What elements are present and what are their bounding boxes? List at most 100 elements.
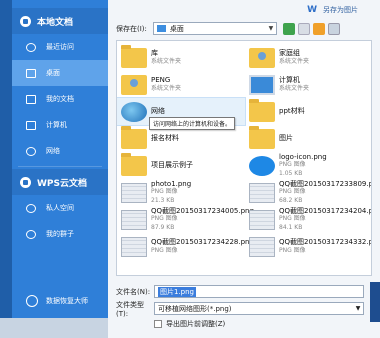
checkbox-box[interactable] <box>154 320 162 328</box>
file-item[interactable]: logo-icon.png PNG 图像 1.05 KB <box>245 152 371 179</box>
cloud-icon <box>20 176 31 188</box>
sidebar-item-recent[interactable]: 最近访问 <box>12 34 108 60</box>
file-item[interactable]: QQ截图20150317234005.png PNG 图像 87.9 KB <box>117 206 254 233</box>
file-type: PNG 图像 <box>151 215 178 223</box>
new-folder-icon[interactable] <box>312 22 325 35</box>
save-in-row: 保存在(I): 桌面 ▼ <box>116 22 343 35</box>
file-name: 项目展示例子 <box>151 161 193 170</box>
file-info: logo-icon.png PNG 图像 1.05 KB <box>279 153 327 179</box>
sidebar-item-my-documents[interactable]: 我的文档 <box>12 86 108 112</box>
file-name: 家庭组 <box>279 49 300 57</box>
file-item[interactable]: 图片 <box>245 125 371 152</box>
chevron-down-icon: ▼ <box>268 25 274 32</box>
file-name: logo-icon.png <box>279 152 327 161</box>
folder-icon <box>249 98 275 122</box>
desktop-icon <box>156 25 166 32</box>
dialog-topbar: W 另存为图片 <box>108 0 380 20</box>
file-name: QQ截图20150317234228.png <box>151 238 254 246</box>
recovery-icon <box>26 295 38 307</box>
file-name: 报名材料 <box>151 134 179 143</box>
network-icon <box>26 146 36 156</box>
local-docs-icon <box>20 15 31 27</box>
image-icon <box>249 236 275 257</box>
file-item[interactable]: ppt材料 <box>245 98 371 125</box>
file-item[interactable]: 家庭组 系统文件夹 <box>245 44 371 71</box>
image-icon <box>249 182 275 203</box>
file-item[interactable]: 计算机 系统文件夹 <box>245 71 371 98</box>
file-name: 库 <box>151 49 158 57</box>
up-folder-icon[interactable] <box>297 22 310 35</box>
network-icon <box>121 101 147 122</box>
filetype-label: 文件类型(T): <box>116 300 144 318</box>
file-size: 21.3 KB <box>151 196 175 204</box>
nav-toolbar <box>282 22 343 35</box>
filename-field[interactable]: 图片1.png <box>154 285 364 298</box>
file-name: 计算机 <box>279 76 300 84</box>
cloud-docs-header[interactable]: WPS云文档 <box>12 169 108 195</box>
file-item[interactable]: QQ截图20150317234204.png PNG 图像 84.1 KB <box>245 206 371 233</box>
file-type: 系统文件夹 <box>151 57 182 65</box>
image-icon <box>249 209 275 230</box>
group-icon <box>26 229 36 239</box>
window-edge <box>0 0 12 338</box>
desktop-icon <box>26 68 36 78</box>
sidebar-item-label: 私人空间 <box>46 204 74 212</box>
sidebar-item-network[interactable]: 网络 <box>12 138 108 164</box>
export-adjust-checkbox[interactable]: 导出图片前调整(Z) <box>154 318 372 330</box>
file-item[interactable]: photo1.png PNG 图像 21.3 KB <box>117 179 245 206</box>
file-type: PNG 图像 <box>279 161 306 169</box>
sidebar-item-my-groups[interactable]: 我的群子 <box>12 221 108 247</box>
sidebar: 本地文档 最近访问 桌面 我的文档 计算机 网络 WPS云文档 私人空间 我的群… <box>0 0 108 338</box>
file-item[interactable]: QQ截图20150317233809.png PNG 图像 68.2 KB <box>245 179 371 206</box>
file-list: 库系统文件夹 家庭组 系统文件夹 PENG 系统文件夹 计算机 系统文件夹 网络 访问网络上的计… <box>116 40 372 276</box>
file-info: 图片 <box>279 134 293 143</box>
sidebar-item-label: 计算机 <box>46 121 67 129</box>
file-info: ppt材料 <box>279 107 305 116</box>
local-docs-header[interactable]: 本地文档 <box>12 8 108 34</box>
file-type: PNG 图像 <box>279 246 306 254</box>
file-item[interactable]: 网络 访问网络上的计算机和设备。 <box>117 97 246 130</box>
file-size: 1.05 KB <box>279 169 303 177</box>
sidebar-item-private-space[interactable]: 私人空间 <box>12 195 108 221</box>
sidebar-item-label: 我的文档 <box>46 95 74 103</box>
sidebar-item-label: 我的群子 <box>46 230 74 238</box>
filetype-value: 可移植网络图形(*.png) <box>158 304 232 313</box>
file-info: QQ截图20150317233809.png PNG 图像 68.2 KB <box>279 180 371 206</box>
data-recovery-button[interactable]: 数据恢复大师 <box>12 288 108 314</box>
image-icon <box>121 182 147 203</box>
folder-icon <box>26 94 36 104</box>
file-info: 网络 <box>151 107 165 116</box>
image-icon <box>121 236 147 257</box>
file-item[interactable]: QQ截图20150317234332.png PNG 图像 <box>245 233 371 260</box>
file-item[interactable]: QQ截图20150317234228.png PNG 图像 <box>117 233 254 260</box>
view-menu-icon[interactable] <box>327 22 340 35</box>
image-icon <box>121 209 147 230</box>
local-docs-section: 本地文档 最近访问 桌面 我的文档 计算机 网络 WPS云文档 私人空间 我的群… <box>12 8 108 247</box>
filetype-select[interactable]: 可移植网络图形(*.png) ▼ <box>154 302 364 315</box>
filetype-row: 文件类型(T): 可移植网络图形(*.png) ▼ <box>116 300 372 318</box>
cloud-image-icon <box>249 155 275 176</box>
file-type: 系统文件夹 <box>279 57 310 65</box>
file-type: PNG 图像 <box>279 215 306 223</box>
file-item[interactable]: PENG 系统文件夹 <box>117 71 245 98</box>
folder-icon <box>121 125 147 149</box>
clock-icon <box>26 42 36 52</box>
file-type: PNG 图像 <box>151 188 178 196</box>
file-name: photo1.png <box>151 179 192 188</box>
save-dialog: W 另存为图片 保存在(I): 桌面 ▼ 库系统文件夹 家庭组 系统文件夹 PENG 系… <box>108 0 380 338</box>
save-in-select[interactable]: 桌面 ▼ <box>152 22 277 35</box>
file-info: 报名材料 <box>151 134 179 143</box>
file-type: 系统文件夹 <box>151 84 182 92</box>
computer-icon <box>26 120 36 130</box>
back-icon[interactable] <box>282 22 295 35</box>
file-info: 家庭组 系统文件夹 <box>279 49 309 66</box>
sidebar-item-computer[interactable]: 计算机 <box>12 112 108 138</box>
local-docs-label: 本地文档 <box>37 17 74 28</box>
file-size: 87.9 KB <box>151 223 175 231</box>
file-item[interactable]: 项目展示例子 <box>117 152 245 179</box>
sidebar-item-desktop[interactable]: 桌面 <box>12 60 108 86</box>
computer-icon <box>249 74 275 95</box>
file-item[interactable]: 库系统文件夹 <box>117 44 245 71</box>
folder-icon <box>121 152 147 176</box>
file-info: QQ截图20150317234005.png PNG 图像 87.9 KB <box>151 207 254 233</box>
